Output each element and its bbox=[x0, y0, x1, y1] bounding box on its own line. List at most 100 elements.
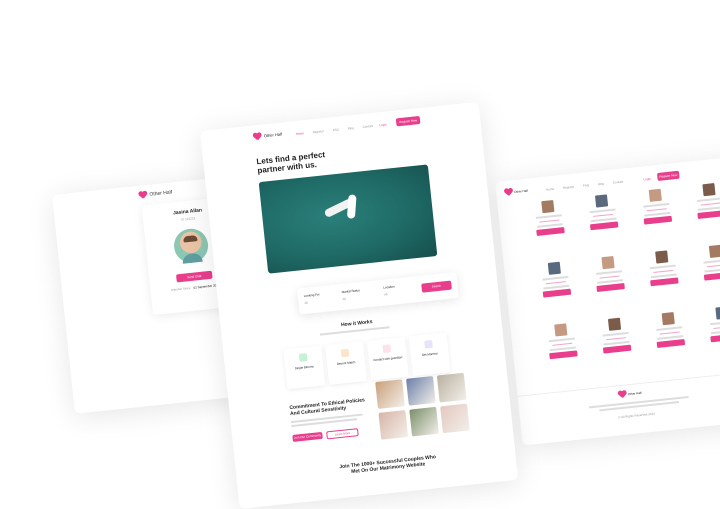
profile-text-line bbox=[649, 264, 676, 269]
profile-text-line bbox=[704, 267, 720, 273]
profile-text-line bbox=[535, 214, 562, 219]
profile-result-card[interactable] bbox=[575, 192, 633, 261]
view-profile-button[interactable] bbox=[542, 288, 572, 298]
logo[interactable]: Other Half bbox=[138, 188, 172, 198]
step-card: Get Married bbox=[409, 332, 451, 376]
step-card: Decent Match bbox=[325, 341, 367, 385]
profile-text-line bbox=[710, 329, 720, 334]
heart-logo-icon bbox=[618, 390, 628, 398]
profile-text-line bbox=[548, 337, 575, 342]
bride-dress-figure bbox=[346, 194, 357, 219]
profile-result-card[interactable] bbox=[642, 310, 700, 379]
profile-text-line bbox=[709, 320, 720, 325]
view-profile-button[interactable] bbox=[602, 344, 632, 354]
nav-faq[interactable]: FAQ bbox=[333, 127, 339, 132]
right-nav-blog[interactable]: Blog bbox=[598, 182, 604, 187]
profile-text-line bbox=[656, 326, 683, 331]
how-it-works-subtitle bbox=[319, 326, 390, 336]
profile-result-card[interactable] bbox=[629, 187, 687, 256]
view-profile-button[interactable] bbox=[596, 282, 625, 292]
profile-thumbnail bbox=[708, 244, 720, 258]
search-button[interactable]: Search bbox=[421, 280, 452, 293]
heart-logo-icon bbox=[504, 188, 514, 196]
profile-result-card[interactable] bbox=[588, 316, 646, 385]
profile-thumbnail bbox=[655, 250, 669, 264]
profile-result-card[interactable] bbox=[635, 248, 693, 317]
view-profile-button[interactable] bbox=[703, 271, 720, 281]
profile-text-line bbox=[589, 208, 616, 213]
view-profile-button[interactable] bbox=[697, 209, 720, 219]
profile-grid bbox=[521, 180, 720, 392]
couple-photo bbox=[409, 406, 439, 437]
step-icon bbox=[340, 348, 350, 358]
step-title: Single Blooms bbox=[294, 364, 315, 371]
right-nav-contact[interactable]: Contact bbox=[613, 180, 624, 185]
profile-thumbnail bbox=[554, 323, 568, 337]
right-nav-home[interactable]: Home bbox=[546, 187, 554, 192]
right-logo[interactable]: Other Half bbox=[504, 187, 528, 196]
step-icon bbox=[382, 344, 392, 354]
nav-home[interactable]: Home bbox=[296, 131, 304, 136]
center-nav: Home Register FAQ Blog Contact bbox=[296, 124, 374, 136]
profile-text-line bbox=[542, 275, 569, 281]
profile-text-line bbox=[703, 258, 720, 264]
view-profile-button[interactable] bbox=[656, 338, 686, 348]
profile-text-line bbox=[599, 275, 620, 279]
couple-photo bbox=[440, 403, 470, 434]
looking-for-label: Looking For bbox=[303, 292, 320, 299]
home-page: Other Half Home Register FAQ Blog Contac… bbox=[200, 101, 519, 509]
looking-for-select[interactable]: All bbox=[304, 301, 308, 305]
profile-text-line bbox=[605, 336, 627, 341]
register-now-button[interactable]: Register Now bbox=[395, 115, 421, 127]
member-since-label: Member Since bbox=[171, 286, 191, 293]
profile-result-card[interactable] bbox=[689, 243, 720, 312]
profile-text-line bbox=[596, 270, 623, 275]
profile-thumbnail bbox=[702, 183, 716, 197]
profile-text-line bbox=[696, 197, 720, 202]
hero-title: Lets find a perfect partner with us. bbox=[256, 150, 326, 176]
couple-photo bbox=[375, 379, 405, 409]
login-link[interactable]: Login bbox=[379, 122, 387, 127]
hero-image bbox=[258, 164, 438, 274]
right-nav-faq[interactable]: FAQ bbox=[583, 183, 589, 188]
learn-more-button[interactable]: Learn More bbox=[326, 428, 359, 440]
couples-photo-grid bbox=[375, 372, 471, 442]
logo-text: Other Half bbox=[149, 188, 173, 198]
profile-text-line bbox=[643, 202, 670, 208]
join-community-button[interactable]: Join Our Community bbox=[292, 431, 323, 442]
step-icon bbox=[298, 353, 308, 362]
marital-status-select[interactable]: All bbox=[342, 297, 346, 301]
success-couples-title: Join The 1000+ Successful Couples Who Me… bbox=[339, 454, 437, 476]
step-card: Contact with guardian bbox=[367, 337, 409, 381]
right-register-button[interactable]: Register Now bbox=[656, 170, 680, 181]
center-logo[interactable]: Other Half bbox=[253, 130, 283, 140]
step-title: Get Married bbox=[421, 351, 438, 358]
right-login-link[interactable]: Login bbox=[643, 177, 651, 182]
send-chat-button[interactable]: Send Chat bbox=[175, 270, 213, 283]
nav-contact[interactable]: Contact bbox=[362, 124, 373, 129]
nav-blog[interactable]: Blog bbox=[348, 126, 354, 131]
view-profile-button[interactable] bbox=[643, 215, 673, 225]
view-profile-button[interactable] bbox=[549, 349, 578, 359]
heart-logo-icon bbox=[253, 133, 263, 141]
step-icon bbox=[424, 339, 433, 349]
profile-text-line bbox=[706, 263, 720, 268]
step-card: Single Blooms bbox=[283, 346, 325, 390]
heart-logo-icon bbox=[138, 191, 148, 199]
profile-result-card[interactable] bbox=[528, 260, 586, 329]
profile-result-card[interactable] bbox=[521, 198, 579, 267]
footer-logo: Other Half bbox=[618, 389, 642, 398]
location-select[interactable]: All bbox=[384, 292, 388, 296]
profile-thumbnail bbox=[661, 312, 675, 326]
view-profile-button[interactable] bbox=[710, 332, 720, 342]
right-nav-register[interactable]: Register bbox=[563, 185, 575, 190]
view-profile-button[interactable] bbox=[650, 276, 679, 286]
view-profile-button[interactable] bbox=[589, 220, 619, 230]
location-label: Location bbox=[383, 284, 395, 290]
view-profile-button[interactable] bbox=[536, 226, 565, 236]
couple-photo bbox=[378, 410, 409, 440]
profile-result-card[interactable] bbox=[582, 254, 640, 323]
profile-result-card[interactable] bbox=[534, 321, 592, 390]
profile-result-card[interactable] bbox=[682, 181, 720, 250]
nav-register[interactable]: Register bbox=[313, 129, 325, 134]
